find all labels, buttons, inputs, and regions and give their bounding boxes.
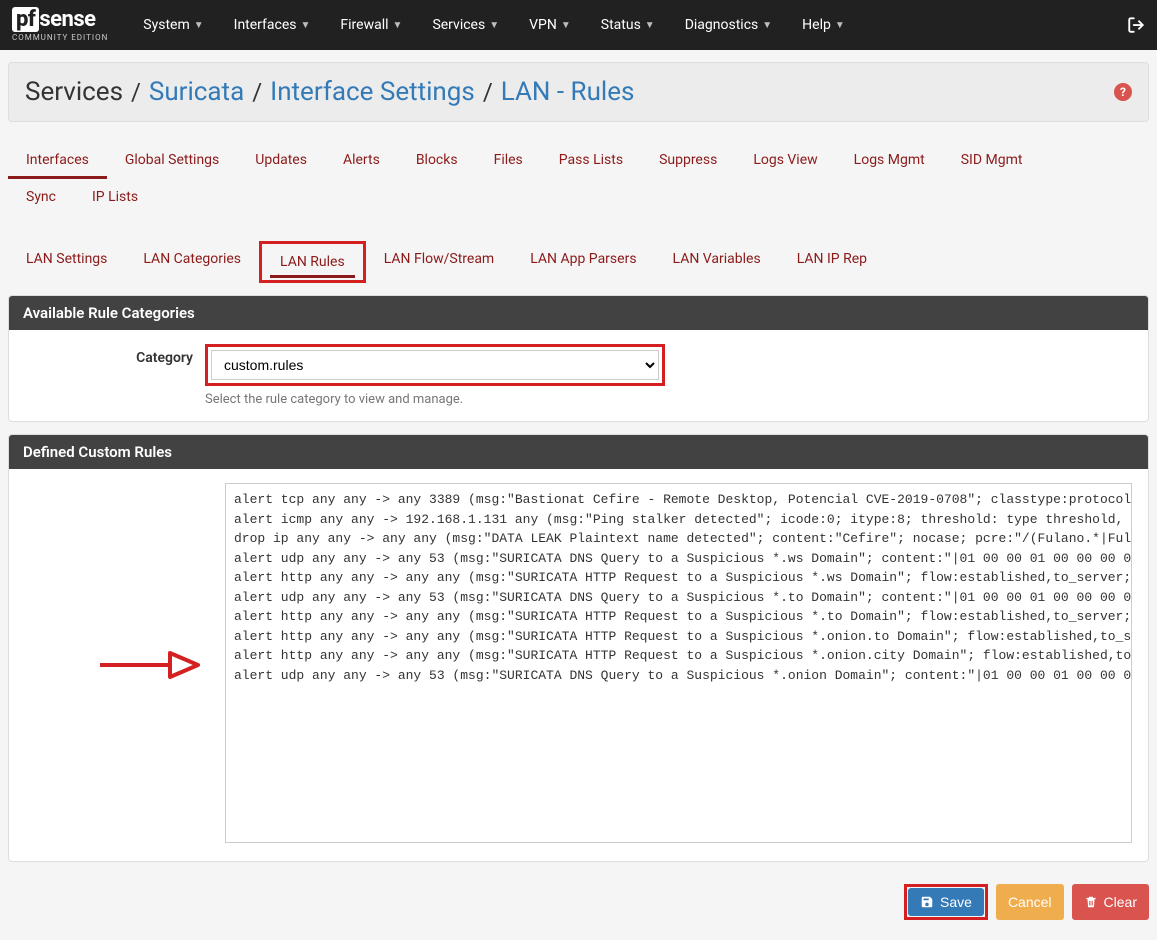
tab-blocks[interactable]: Blocks: [398, 142, 476, 178]
save-icon: [920, 895, 934, 909]
subtab-lan-flow-stream[interactable]: LAN Flow/Stream: [366, 241, 513, 283]
logo-pf: pf: [12, 7, 39, 32]
custom-rules-textarea[interactable]: [225, 483, 1132, 843]
logo-subtitle: COMMUNITY EDITION: [12, 33, 108, 42]
tab-global-settings[interactable]: Global Settings: [107, 142, 237, 178]
tab-ip-lists[interactable]: IP Lists: [74, 179, 156, 215]
subtab-lan-rules[interactable]: LAN Rules: [259, 241, 366, 283]
save-button-highlight: Save: [904, 884, 988, 920]
category-label: Category: [25, 344, 205, 366]
nav-system[interactable]: System▼: [128, 0, 218, 50]
main-tabs-row2: Sync IP Lists: [0, 179, 1157, 216]
panel-custom-rules: Defined Custom Rules: [8, 434, 1149, 862]
trash-icon: [1084, 895, 1098, 909]
subtab-lan-categories[interactable]: LAN Categories: [125, 241, 259, 283]
breadcrumb-sep: /: [252, 78, 262, 106]
main-tabs: Interfaces Global Settings Updates Alert…: [0, 134, 1157, 179]
clear-button[interactable]: Clear: [1072, 884, 1149, 920]
nav-diagnostics[interactable]: Diagnostics▼: [670, 0, 787, 50]
tab-suppress[interactable]: Suppress: [641, 142, 735, 178]
tab-sync[interactable]: Sync: [8, 179, 74, 215]
save-button[interactable]: Save: [908, 888, 984, 916]
category-select-highlight: custom.rules: [205, 344, 665, 386]
subtab-lan-variables[interactable]: LAN Variables: [655, 241, 779, 283]
breadcrumb-sep: /: [131, 78, 141, 106]
panel-rule-categories-title: Available Rule Categories: [9, 296, 1148, 330]
clear-button-label: Clear: [1104, 894, 1137, 910]
tab-pass-lists[interactable]: Pass Lists: [541, 142, 641, 178]
tab-logs-view[interactable]: Logs View: [735, 142, 835, 178]
logo[interactable]: pfsense COMMUNITY EDITION: [12, 9, 108, 42]
tab-sid-mgmt[interactable]: SID Mgmt: [943, 142, 1041, 178]
breadcrumb-interface-settings[interactable]: Interface Settings: [270, 77, 475, 107]
breadcrumb-sep: /: [483, 78, 493, 106]
breadcrumb-lan-rules[interactable]: LAN - Rules: [501, 77, 635, 107]
nav-interfaces[interactable]: Interfaces▼: [219, 0, 326, 50]
save-button-label: Save: [940, 894, 972, 910]
category-select[interactable]: custom.rules: [211, 350, 659, 380]
subtab-lan-settings[interactable]: LAN Settings: [8, 241, 125, 283]
breadcrumb-suricata[interactable]: Suricata: [149, 77, 244, 107]
logo-sense: sense: [39, 7, 95, 32]
nav-status[interactable]: Status▼: [586, 0, 670, 50]
logo-main: pfsense: [12, 9, 96, 31]
nav-help[interactable]: Help▼: [787, 0, 860, 50]
navbar: pfsense COMMUNITY EDITION System▼ Interf…: [0, 0, 1157, 50]
cancel-button[interactable]: Cancel: [996, 884, 1064, 920]
nav-menu: System▼ Interfaces▼ Firewall▼ Services▼ …: [128, 0, 1127, 50]
nav-vpn[interactable]: VPN▼: [514, 0, 586, 50]
category-hint: Select the rule category to view and man…: [205, 392, 665, 407]
sub-tabs: LAN Settings LAN Categories LAN Rules LA…: [8, 241, 1149, 283]
subtab-lan-ip-rep[interactable]: LAN IP Rep: [779, 241, 885, 283]
subtab-lan-app-parsers[interactable]: LAN App Parsers: [512, 241, 654, 283]
breadcrumb-root: Services: [25, 77, 123, 107]
tab-alerts[interactable]: Alerts: [325, 142, 398, 178]
nav-firewall[interactable]: Firewall▼: [325, 0, 417, 50]
nav-services[interactable]: Services▼: [417, 0, 514, 50]
breadcrumb: Services / Suricata / Interface Settings…: [8, 62, 1149, 122]
panel-custom-rules-title: Defined Custom Rules: [9, 435, 1148, 469]
footer-buttons: Save Cancel Clear: [0, 874, 1157, 940]
help-icon[interactable]: ?: [1114, 83, 1132, 101]
logout-icon[interactable]: [1127, 16, 1145, 34]
panel-rule-categories: Available Rule Categories Category custo…: [8, 295, 1149, 422]
tab-logs-mgmt[interactable]: Logs Mgmt: [836, 142, 943, 178]
tab-updates[interactable]: Updates: [237, 142, 325, 178]
tab-files[interactable]: Files: [476, 142, 541, 178]
cancel-button-label: Cancel: [1008, 894, 1052, 910]
tab-interfaces[interactable]: Interfaces: [8, 142, 107, 178]
